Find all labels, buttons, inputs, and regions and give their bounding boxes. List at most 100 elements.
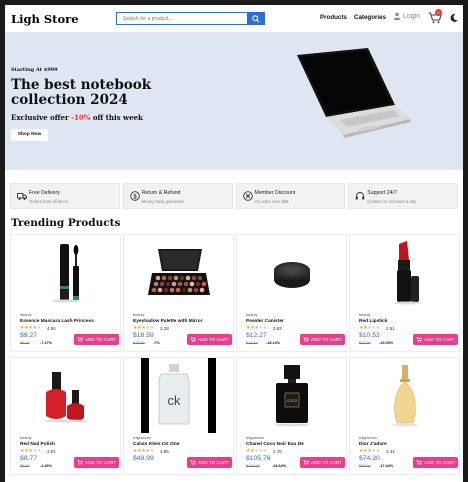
discount-percent: -19.03% [379, 340, 394, 345]
feature-member-discount: Member Discount On order over $99 [235, 183, 346, 209]
mascara-image [51, 243, 80, 302]
product-card[interactable]: COCO fragrances Chanel Coco Noir Eau De … [236, 357, 347, 475]
rating-value: 4.85 [160, 448, 169, 454]
badge-icon [242, 191, 253, 201]
nav-products[interactable]: Products [320, 14, 347, 21]
offer-percent: -10% [71, 113, 91, 122]
star-rating: ★★★★★ [133, 448, 154, 454]
discount-percent: -7% [153, 340, 160, 345]
product-category: fragrances [133, 436, 151, 440]
add-to-cart-label: ADD TO CART [424, 460, 455, 465]
add-to-cart-button[interactable]: ADD TO CART [413, 457, 458, 468]
palette-image [147, 248, 210, 295]
shop-now-button[interactable]: Shop Now [11, 129, 48, 141]
add-to-cart-label: ADD TO CART [198, 460, 229, 465]
jadore-image [391, 364, 418, 426]
product-name[interactable]: Calvin Klein CK One [133, 442, 179, 447]
add-to-cart-button[interactable]: ADD TO CART [74, 457, 119, 468]
nav-categories[interactable]: Categories [354, 14, 386, 21]
search-button[interactable] [247, 12, 265, 25]
search-input[interactable] [116, 12, 247, 25]
product-name[interactable]: Red Lipstick [359, 319, 388, 324]
nail-polish-image [43, 371, 88, 422]
product-price: $74.30 [359, 455, 380, 462]
product-name[interactable]: Powder Canister [246, 319, 284, 324]
star-rating: ★★★★★ [246, 448, 267, 454]
add-to-cart-button[interactable]: ADD TO CART [187, 457, 232, 468]
rating-value: 3.31 [386, 448, 395, 454]
star-rating: ★★★★★ [359, 448, 380, 454]
add-to-cart-button[interactable]: ADD TO CART [300, 334, 345, 345]
product-card[interactable]: beauty Red Nail Polish ★★★★★ 3.91 $8.77 … [10, 357, 121, 475]
product-card[interactable]: fragrances Dior J'adore ★★★★★ 3.31 $74.3… [349, 357, 460, 475]
product-card[interactable]: ck fragrances Calvin Klein CK One ★★★★★ … [123, 357, 234, 475]
hero-offer: Exclusive offer -10% off this week [11, 113, 143, 122]
product-category: fragrances [246, 436, 264, 440]
add-to-cart-button[interactable]: ADD TO CART [300, 457, 345, 468]
add-to-cart-button[interactable]: ADD TO CART [187, 334, 232, 345]
star-rating: ★★★★★ [20, 448, 41, 454]
product-image [350, 358, 459, 433]
old-price: $129.99 [246, 463, 260, 468]
discount-percent: -18.14% [266, 340, 281, 345]
feature-title: Return & Refund [141, 190, 181, 196]
old-price: $14.99 [246, 340, 258, 345]
feature-title: Member Discount [254, 190, 296, 196]
user-icon [393, 12, 401, 20]
feature-support: Support 24/7 Contact us 24 hours a day [348, 183, 458, 209]
powder-image [273, 261, 310, 288]
product-price: $10.52 [359, 332, 380, 339]
add-to-cart-label: ADD TO CART [85, 460, 116, 465]
add-to-cart-label: ADD TO CART [311, 460, 342, 465]
product-card[interactable]: beauty Powder Canister ★★★★★ 3.82 $12.27… [236, 234, 347, 352]
hero-banner: Starting At $999 The best notebook colle… [5, 32, 463, 170]
cart-icon [190, 460, 196, 465]
product-category: fragrances [359, 436, 377, 440]
features-bar: Free Delivery Orders from all items $ Re… [10, 183, 458, 209]
add-to-cart-button[interactable]: ADD TO CART [413, 334, 458, 345]
coco-noir-image: COCO [273, 364, 310, 426]
add-to-cart-button[interactable]: ADD TO CART [74, 334, 119, 345]
moon-icon[interactable] [449, 13, 459, 23]
product-name[interactable]: Red Nail Polish [20, 442, 55, 447]
product-image: ck [124, 358, 233, 433]
feature-title: Free Delivery [29, 190, 60, 196]
star-rating: ★★★★★ [133, 325, 154, 331]
discount-percent: -7.17% [40, 340, 53, 345]
star-rating: ★★★★★ [20, 325, 41, 331]
product-card[interactable]: beauty Red Lipstick ★★★★★ 2.51 $10.52 $1… [349, 234, 460, 352]
truck-icon [17, 193, 27, 200]
product-card[interactable]: beauty Essence Mascara Lash Princess ★★★… [10, 234, 121, 352]
discount-percent: -2.46% [40, 463, 53, 468]
laptop-image [297, 48, 411, 138]
old-price: $8.99 [20, 463, 30, 468]
rating-value: 3.91 [47, 448, 56, 454]
old-price: $89.99 [359, 463, 371, 468]
cart-icon [416, 337, 422, 342]
cart-icon [77, 337, 83, 342]
product-card[interactable]: beauty Eyeshadow Palette with Mirror ★★★… [123, 234, 234, 352]
product-price: $49.99 [133, 455, 154, 462]
product-category: beauty [20, 436, 32, 440]
product-category: beauty [359, 313, 371, 317]
add-to-cart-label: ADD TO CART [424, 337, 455, 342]
rating-value: 2.76 [273, 448, 282, 454]
rating-value: 3.82 [273, 325, 282, 331]
feature-subtitle: Orders from all items [29, 199, 68, 204]
product-image [124, 235, 233, 310]
hero-title: The best notebook collection 2024 [11, 77, 152, 108]
product-name[interactable]: Eyeshadow Palette with Mirror [133, 319, 203, 324]
product-name[interactable]: Essence Mascara Lash Princess [20, 319, 94, 324]
rating-value: 3.28 [160, 325, 169, 331]
product-name[interactable]: Chanel Coco Noir Eau De [246, 442, 304, 447]
svg-text:$: $ [133, 194, 137, 200]
old-price: $12.99 [359, 340, 371, 345]
login-label: Login [403, 12, 421, 20]
store-logo[interactable]: Ligh Store [11, 12, 79, 26]
star-rating: ★★★★★ [246, 325, 267, 331]
login-link[interactable]: Login [393, 12, 420, 20]
cart-count-badge: 0 [435, 9, 442, 16]
old-price: $19.99 [133, 340, 145, 345]
product-name[interactable]: Dior J'adore [359, 442, 387, 447]
cart-icon [303, 460, 309, 465]
